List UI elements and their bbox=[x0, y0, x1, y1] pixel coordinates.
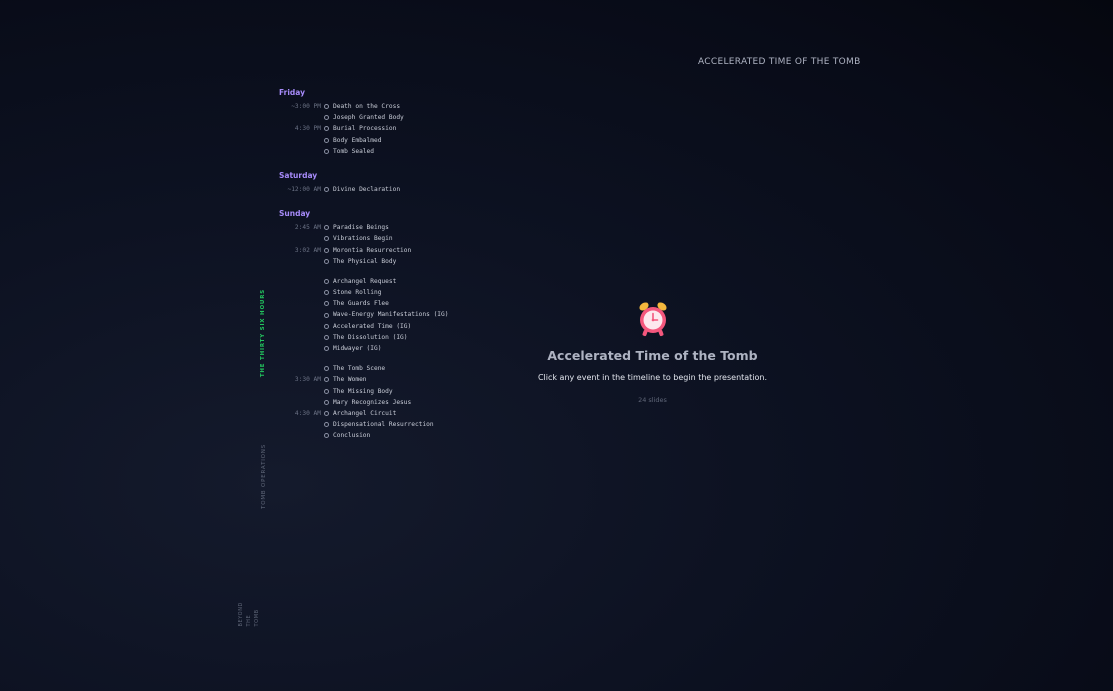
event-label: Archangel Circuit bbox=[333, 409, 397, 417]
timeline-dot-icon bbox=[324, 187, 329, 193]
event-time: 4:30 AM bbox=[294, 409, 321, 417]
alarm-clock-icon bbox=[638, 302, 667, 337]
day-title: Saturday bbox=[279, 170, 318, 180]
timeline-dot-icon bbox=[324, 258, 329, 264]
event-label: Stone Rolling bbox=[333, 289, 382, 297]
event-label: Joseph Granted Body bbox=[333, 114, 404, 122]
timeline-dot-icon bbox=[324, 278, 329, 284]
timeline-dot-icon bbox=[324, 334, 329, 340]
slide-count: 24 slides bbox=[638, 396, 667, 404]
event-label: The Tomb Scene bbox=[333, 365, 386, 373]
section-label-beyond-line-3: TOMB bbox=[254, 609, 260, 627]
event-time: ~12:00 AM bbox=[287, 185, 321, 193]
event-label: Dispensational Resurrection bbox=[333, 421, 434, 429]
timeline-event[interactable]: The Physical Body bbox=[279, 256, 499, 267]
timeline-dot-icon bbox=[324, 247, 329, 253]
timeline-event[interactable]: Conclusion bbox=[279, 430, 499, 441]
event-label: Morontia Resurrection bbox=[333, 246, 412, 254]
timeline-dot-icon bbox=[324, 411, 329, 417]
day-saturday: Saturday ~12:00 AM Divine Declaration bbox=[279, 170, 499, 195]
timeline-event[interactable]: Mary Recognizes Jesus bbox=[279, 397, 499, 408]
timeline-dot-icon bbox=[324, 301, 329, 307]
timeline-dot-icon bbox=[324, 104, 329, 110]
event-label: Vibrations Begin bbox=[333, 235, 393, 243]
timeline-dot-icon bbox=[324, 346, 329, 352]
timeline-event[interactable]: Vibrations Begin bbox=[279, 233, 499, 244]
timeline-dot-icon bbox=[324, 236, 329, 242]
timeline-event[interactable]: Joseph Granted Body bbox=[279, 112, 499, 123]
event-label: Archangel Request bbox=[333, 277, 397, 285]
event-label: Divine Declaration bbox=[333, 185, 401, 193]
presentation-title: Accelerated Time of the Tomb bbox=[547, 348, 758, 363]
section-label-beyond-line-2: THE bbox=[246, 614, 252, 627]
event-time: 4:30 PM bbox=[294, 125, 321, 133]
timeline-event[interactable]: Midwayer (IG) bbox=[279, 343, 499, 354]
timeline-event[interactable]: The Guards Flee bbox=[279, 298, 499, 309]
section-label-thirty-six-hours[interactable]: THE THIRTY SIX HOURS bbox=[260, 289, 266, 377]
timeline-event[interactable]: 4:30 AM Archangel Circuit bbox=[279, 408, 499, 419]
page-title: ACCELERATED TIME OF THE TOMB bbox=[698, 57, 861, 67]
event-label: The Missing Body bbox=[333, 387, 393, 395]
event-time: ~3:00 PM bbox=[291, 103, 321, 110]
timeline-event[interactable]: ~12:00 AM Divine Declaration bbox=[279, 184, 499, 195]
day-sunday: Sunday 2:45 AM Paradise Beings Vibrations … bbox=[279, 208, 499, 441]
event-label: Body Embalmed bbox=[333, 136, 382, 144]
timeline-dot-icon bbox=[324, 433, 329, 439]
event-label: Accelerated Time (IG) bbox=[333, 322, 412, 330]
event-label: Paradise Beings bbox=[333, 224, 389, 232]
day-friday: Friday ~3:00 PM Death on the Cross Joseph … bbox=[279, 87, 499, 157]
timeline-dot-icon bbox=[324, 126, 329, 132]
event-label: Burial Procession bbox=[333, 125, 397, 133]
event-label: The Guards Flee bbox=[333, 300, 389, 308]
timeline-event[interactable]: The Tomb Scene bbox=[279, 363, 499, 374]
event-label: Wave-Energy Manifestations (IG) bbox=[333, 311, 449, 319]
timeline-dot-icon bbox=[324, 366, 329, 372]
event-label: The Physical Body bbox=[333, 257, 397, 265]
timeline-dot-icon bbox=[324, 422, 329, 428]
timeline-event[interactable]: 3:30 AM The Women bbox=[279, 374, 499, 385]
timeline-dot-icon bbox=[324, 115, 329, 121]
timeline-event[interactable]: ~3:00 PM Death on the Cross bbox=[279, 101, 499, 112]
section-label-beyond-line-1: BEYOND bbox=[238, 602, 244, 627]
timeline-event[interactable]: Body Embalmed bbox=[279, 135, 499, 146]
day-title: Sunday bbox=[279, 209, 311, 219]
timeline-dot-icon bbox=[324, 388, 329, 394]
section-label-beyond-the-tomb[interactable]: BEYOND THE TOMB bbox=[238, 602, 260, 627]
day-title: Friday bbox=[279, 88, 306, 97]
timeline-dot-icon bbox=[324, 225, 329, 231]
event-label: Death on the Cross bbox=[333, 103, 401, 110]
timeline-dot-icon bbox=[324, 399, 329, 405]
timeline-event[interactable]: Stone Rolling bbox=[279, 287, 499, 298]
event-label: Mary Recognizes Jesus bbox=[333, 398, 412, 406]
event-label: Conclusion bbox=[333, 432, 371, 440]
event-label: Midwayer (IG) bbox=[333, 345, 382, 352]
timeline-dot-icon bbox=[324, 377, 329, 383]
timeline-event[interactable]: 4:30 PM Burial Procession bbox=[279, 123, 499, 134]
intro-panel: Accelerated Time of the Tomb Click any e… bbox=[500, 300, 805, 404]
timeline-event[interactable]: Accelerated Time (IG) bbox=[279, 321, 499, 332]
event-time: 2:45 AM bbox=[294, 224, 321, 232]
section-label-tomb-operations[interactable]: TOMB OPERATIONS bbox=[261, 444, 267, 509]
event-label: The Women bbox=[333, 376, 367, 384]
timeline-event[interactable]: The Missing Body bbox=[279, 386, 499, 397]
timeline-event[interactable]: Tomb Sealed bbox=[279, 146, 499, 157]
timeline-dot-icon bbox=[324, 312, 329, 318]
timeline-event[interactable]: Dispensational Resurrection bbox=[279, 419, 499, 430]
timeline-dot-icon bbox=[324, 323, 329, 329]
presentation-instructions: Click any event in the timeline to begin… bbox=[537, 373, 768, 382]
timeline-event[interactable]: Archangel Request bbox=[279, 276, 499, 287]
timeline-event[interactable]: Wave-Energy Manifestations (IG) bbox=[279, 309, 499, 320]
event-time: 3:30 AM bbox=[294, 376, 321, 384]
event-time: 3:02 AM bbox=[294, 246, 321, 254]
timeline-dot-icon bbox=[324, 137, 329, 143]
timeline-event[interactable]: 3:02 AM Morontia Resurrection bbox=[279, 245, 499, 256]
event-label: Tomb Sealed bbox=[333, 147, 374, 155]
timeline-event[interactable]: 2:45 AM Paradise Beings bbox=[279, 222, 499, 233]
timeline-event[interactable]: The Dissolution (IG) bbox=[279, 332, 499, 343]
event-label: The Dissolution (IG) bbox=[333, 333, 408, 341]
timeline-dot-icon bbox=[324, 148, 329, 154]
timeline: Friday ~3:00 PM Death on the Cross Joseph … bbox=[279, 87, 499, 455]
timeline-dot-icon bbox=[324, 290, 329, 296]
